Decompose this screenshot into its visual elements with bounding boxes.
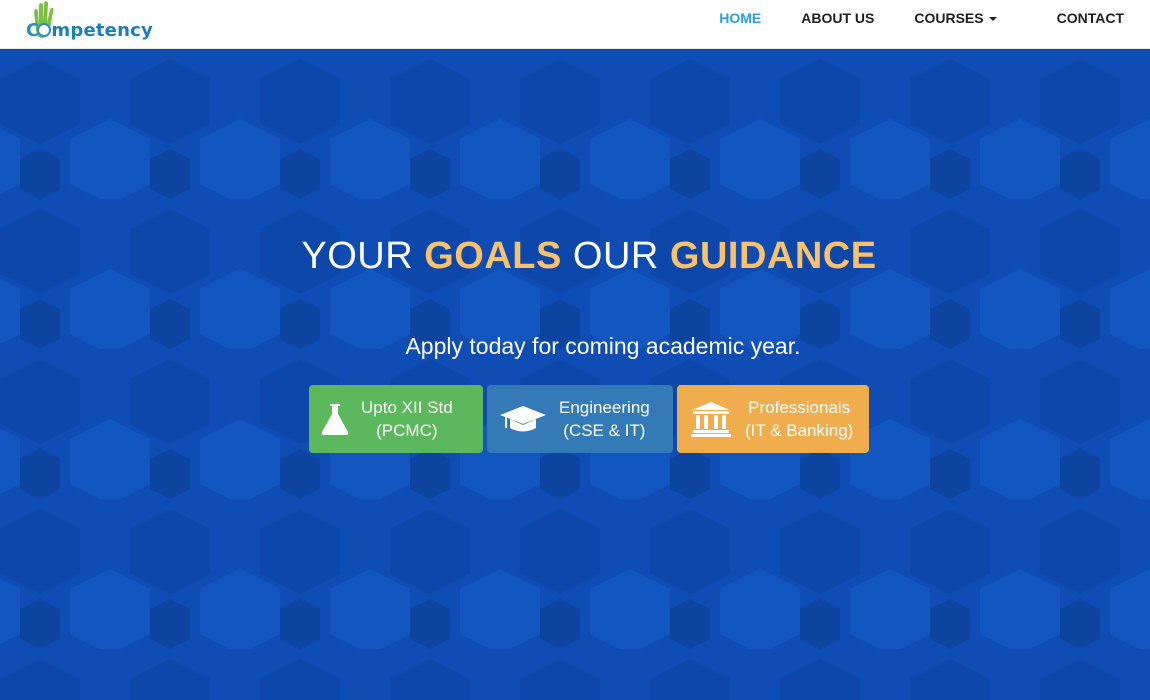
nav-contact[interactable]: CONTACT: [1037, 2, 1150, 35]
nav-courses-label: COURSES: [914, 9, 984, 26]
engineering-button[interactable]: Engineering (CSE & IT): [487, 385, 673, 453]
competency-logo[interactable]: Cmpetency: [26, 1, 156, 46]
hero-subtitle: Apply today for coming academic year.: [405, 333, 801, 359]
professionals-button[interactable]: Professionals (IT & Banking): [677, 385, 869, 453]
upto-xii-std-label: Upto XII Std (PCMC): [361, 398, 453, 440]
caret-down-icon: [988, 16, 997, 21]
hero-section: YOUR GOALS OUR GUIDANCE Apply today for …: [0, 49, 1150, 700]
headline-guidance: GUIDANCE: [669, 235, 877, 277]
graduation-cap-icon: [487, 404, 559, 434]
headline-our: OUR: [561, 235, 670, 277]
nav-courses[interactable]: COURSES: [894, 2, 1036, 35]
upto-xii-std-button[interactable]: Upto XII Std (PCMC): [309, 385, 483, 453]
hexagon-pattern-background: [0, 49, 1150, 700]
flask-icon: [309, 402, 361, 436]
headline-your: YOUR: [301, 235, 425, 277]
nav-home[interactable]: HOME: [699, 2, 781, 35]
logo-wordmark: Cmpetency: [26, 20, 153, 41]
professionals-label: Professionals (IT & Banking): [745, 398, 854, 440]
navbar: Cmpetency HOME ABOUT US COURSES CONTACT: [0, 0, 1150, 49]
bank-icon: [677, 401, 745, 437]
headline-goals: GOALS: [424, 235, 562, 277]
engineering-label: Engineering (CSE & IT): [559, 398, 650, 440]
hero-headline: YOUR GOALS OUR GUIDANCE: [0, 235, 1150, 278]
nav-about-us[interactable]: ABOUT US: [781, 2, 894, 35]
main-nav: HOME ABOUT US COURSES CONTACT: [699, 0, 1150, 36]
